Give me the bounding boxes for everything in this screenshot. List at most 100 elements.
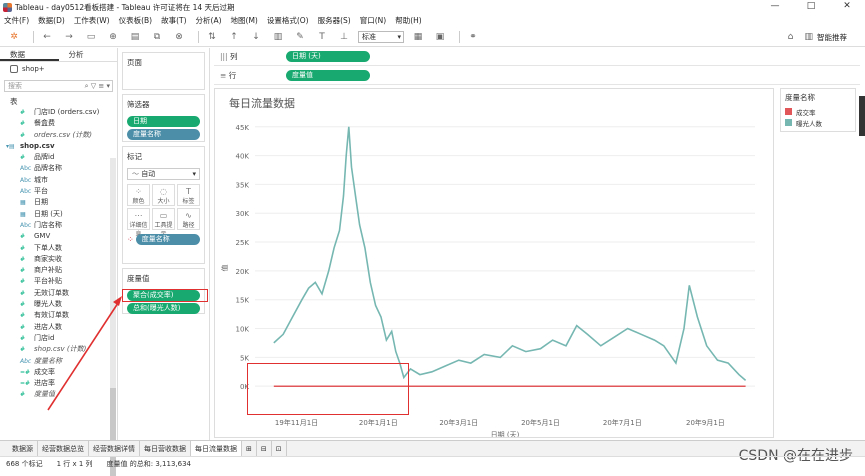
sort-asc-icon[interactable]: ↑ xyxy=(226,30,242,44)
pin-icon[interactable]: ⊥ xyxy=(336,30,352,44)
menu-data[interactable]: 数据(D) xyxy=(38,15,65,26)
swap-icon[interactable]: ⇅ xyxy=(204,30,220,44)
color-button[interactable]: ⁘ 颜色 xyxy=(127,184,150,206)
field-item[interactable]: # 无效订单数 xyxy=(0,288,117,299)
filter-view-icons[interactable]: ⌕ ▽ ≡ ▾ xyxy=(85,81,112,91)
field-item[interactable]: Abc 平台 xyxy=(0,186,117,197)
field-item[interactable]: # orders.csv (计数) xyxy=(0,130,117,141)
field-item[interactable]: ▾▤ shop.csv xyxy=(0,141,117,152)
group-icon[interactable]: ▥ xyxy=(270,30,286,44)
side-handle[interactable] xyxy=(859,96,865,136)
tab-sheet[interactable]: 经营数据详情 xyxy=(89,440,140,457)
data-source[interactable]: shop+ xyxy=(0,62,117,76)
close-button[interactable]: ✕ xyxy=(829,0,865,14)
field-item[interactable]: # 进店人数 xyxy=(0,322,117,333)
tooltip-button[interactable]: ▭工具提示 xyxy=(152,208,175,238)
filter-pill-date[interactable]: 日期 xyxy=(127,116,200,127)
field-item[interactable]: Abc 城市 xyxy=(0,175,117,186)
duplicate-sheet-icon[interactable]: ⧉ xyxy=(149,30,165,44)
path-button[interactable]: ∿ 路径 xyxy=(177,208,200,230)
menu-story[interactable]: 故事(T) xyxy=(161,15,186,26)
search-field[interactable]: 搜索 ⌕ ▽ ≡ ▾ xyxy=(4,80,113,92)
undo-icon[interactable]: ← xyxy=(39,30,55,44)
new-dashboard-icon[interactable]: ⊟ xyxy=(257,440,272,457)
field-item[interactable]: # GMV xyxy=(0,231,117,242)
menu-help[interactable]: 帮助(H) xyxy=(395,15,422,26)
measure-pill-exposure[interactable]: 总和(曝光人数) xyxy=(127,303,200,314)
tab-analytics[interactable]: 分析 xyxy=(59,48,118,61)
field-item[interactable]: # 商家实收 xyxy=(0,254,117,265)
data-pane-scrollbar[interactable] xyxy=(110,158,116,476)
clear-sheet-icon[interactable]: ⊗ xyxy=(171,30,187,44)
marks-color-pill[interactable]: 度量名称 xyxy=(135,234,200,245)
labels-icon[interactable]: T xyxy=(314,30,330,44)
field-item[interactable]: # 下单人数 xyxy=(0,243,117,254)
label-button[interactable]: T 标签 xyxy=(177,184,200,206)
tab-sheet-active[interactable]: 每日流量数据 xyxy=(191,440,242,457)
columns-pill[interactable]: 日期 (天) xyxy=(286,51,370,62)
menu-format[interactable]: 设置格式(O) xyxy=(267,15,309,26)
field-item[interactable]: # shop.csv (计数) xyxy=(0,344,117,355)
legend-item[interactable]: 曝光人数 xyxy=(781,117,855,128)
menu-window[interactable]: 窗口(N) xyxy=(360,15,386,26)
columns-shelf[interactable]: ||| 列 日期 (天) xyxy=(214,48,860,66)
field-item[interactable]: # 餐盒费 xyxy=(0,118,117,129)
field-item[interactable]: # 曝光人数 xyxy=(0,299,117,310)
field-item[interactable]: # 门店ID (orders.csv) xyxy=(0,107,117,118)
menu-worksheet[interactable]: 工作表(W) xyxy=(74,15,110,26)
tab-data[interactable]: 数据 xyxy=(0,48,59,61)
field-item[interactable]: Abc 门店名称 xyxy=(0,220,117,231)
highlight-icon[interactable]: ✎ xyxy=(292,30,308,44)
tableau-home-icon[interactable]: ✲ xyxy=(6,30,22,44)
tab-data-source[interactable]: 数据源 xyxy=(0,440,38,457)
worksheet-canvas[interactable]: 每日流量数据 0K 5K 10K 15K 20K 25K 30K 35K 40K 45K 19年11… xyxy=(214,88,774,438)
redo-icon[interactable]: → xyxy=(61,30,77,44)
rows-pill[interactable]: 度量值 xyxy=(286,70,370,81)
pin-toolbar-icon[interactable]: ⌂ xyxy=(782,30,798,44)
field-item[interactable]: =# 进店率 xyxy=(0,378,117,389)
new-story-icon[interactable]: ⊡ xyxy=(272,440,287,457)
field-item[interactable]: # 有效订单数 xyxy=(0,310,117,321)
menu-dashboard[interactable]: 仪表板(B) xyxy=(119,15,153,26)
share-icon[interactable]: ⚭ xyxy=(465,30,481,44)
field-item[interactable]: # 商户补贴 xyxy=(0,265,117,276)
new-sheet-icon[interactable]: ⊞ xyxy=(242,440,257,457)
detail-button[interactable]: ⋯详细信息 xyxy=(127,208,150,238)
field-item[interactable]: ▦ 日期 xyxy=(0,197,117,208)
field-type-icon: # xyxy=(20,233,26,241)
presentation-icon[interactable]: ▣ xyxy=(432,30,448,44)
menu-file[interactable]: 文件(F) xyxy=(4,15,29,26)
save-icon[interactable]: ▭ xyxy=(83,30,99,44)
field-item[interactable]: ▦ 日期 (天) xyxy=(0,209,117,220)
marks-color-field[interactable]: ⁘ 度量名称 xyxy=(127,234,200,245)
show-cards-icon[interactable]: ▦ xyxy=(410,30,426,44)
size-button[interactable]: ◌ 大小 xyxy=(152,184,175,206)
mark-type-select[interactable]: 〜 自动 xyxy=(127,168,200,180)
field-item[interactable]: # 门店id xyxy=(0,333,117,344)
menu-map[interactable]: 地图(M) xyxy=(231,15,258,26)
pages-card[interactable]: 页面 xyxy=(122,52,205,90)
measure-pill-conversion[interactable]: 聚合(成交率) xyxy=(127,290,200,301)
filters-card[interactable]: 筛选器 日期 度量名称 xyxy=(122,94,205,142)
tab-sheet[interactable]: 每日营收数据 xyxy=(140,440,191,457)
menu-server[interactable]: 服务器(S) xyxy=(318,15,351,26)
minimize-button[interactable]: — xyxy=(757,0,793,14)
new-worksheet-icon[interactable]: ▤ xyxy=(127,30,143,44)
line-chart[interactable]: 0K 5K 10K 15K 20K 25K 30K 35K 40K 45K 19年11月1日 20年1… xyxy=(215,89,773,437)
legend-item[interactable]: 成交率 xyxy=(781,106,855,117)
tab-sheet[interactable]: 经营数据总览 xyxy=(38,440,89,457)
field-item[interactable]: # 品牌id xyxy=(0,152,117,163)
sort-desc-icon[interactable]: ↓ xyxy=(248,30,264,44)
smart-recommend-button[interactable]: 智能推荐 xyxy=(817,32,847,43)
rows-shelf[interactable]: ≡ 行 度量值 xyxy=(214,67,860,85)
maximize-button[interactable]: □ xyxy=(793,0,829,14)
new-data-source-icon[interactable]: ⊕ xyxy=(105,30,121,44)
field-item[interactable]: # 度量值 xyxy=(0,389,117,400)
menu-analysis[interactable]: 分析(A) xyxy=(196,15,222,26)
field-item[interactable]: Abc 度量名称 xyxy=(0,356,117,367)
field-item[interactable]: Abc 品牌名称 xyxy=(0,163,117,174)
fit-select[interactable]: 标准 xyxy=(358,30,404,43)
field-item[interactable]: # 平台补贴 xyxy=(0,276,117,287)
field-item[interactable]: =# 成交率 xyxy=(0,367,117,378)
filter-pill-measure-names[interactable]: 度量名称 xyxy=(127,129,200,140)
